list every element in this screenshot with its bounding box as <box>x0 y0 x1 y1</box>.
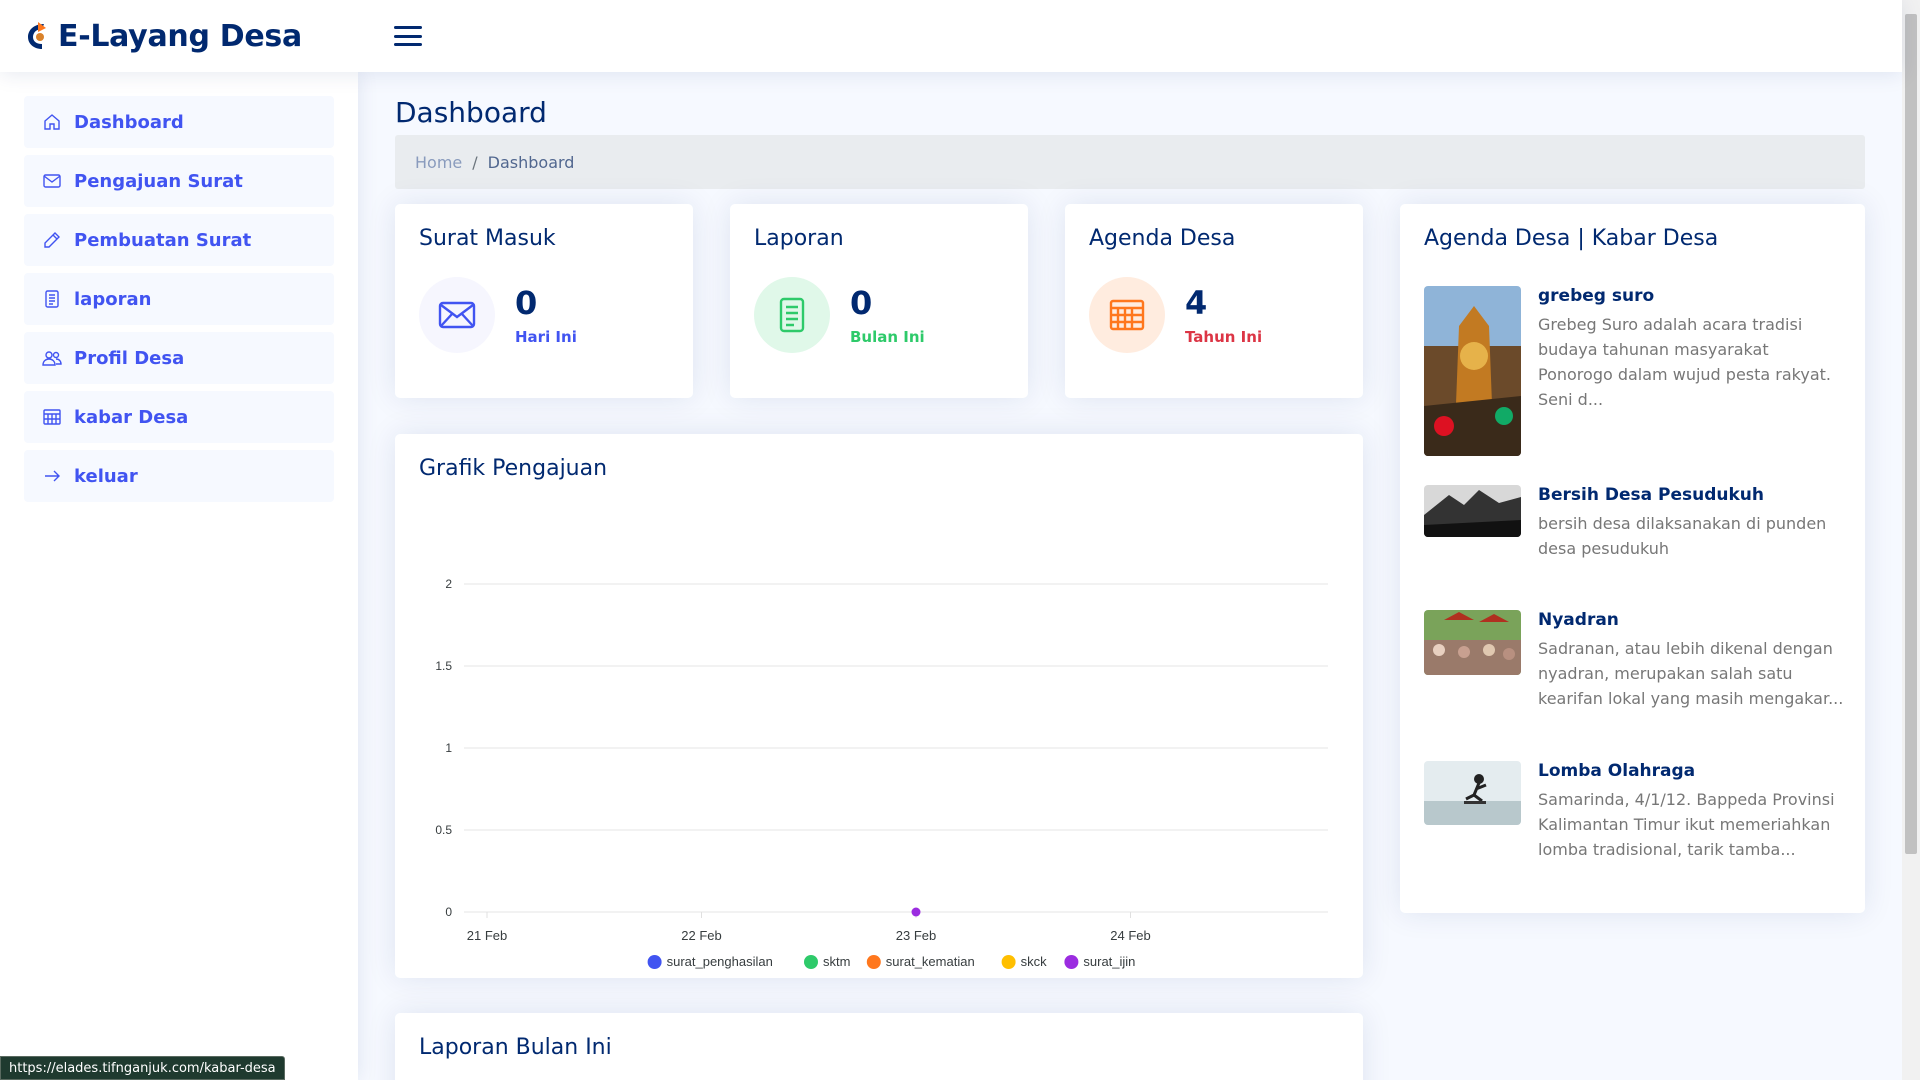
news-description: bersih desa dilaksanakan di punden desa … <box>1538 514 1827 558</box>
sidebar-item-pengajuan-surat[interactable]: Pengajuan Surat <box>24 155 334 207</box>
news-title[interactable]: grebeg suro <box>1538 286 1844 306</box>
x-tick-label: 23 Feb <box>896 928 936 943</box>
y-tick-label: 2 <box>445 577 452 591</box>
news-description: Sadranan, atau lebih dikenal dengan nyad… <box>1538 639 1844 708</box>
sidebar-item-label: Profil Desa <box>74 347 185 369</box>
legend-marker <box>866 955 881 969</box>
breadcrumb-current: Dashboard <box>487 152 575 172</box>
laporan-card: Laporan 0 Bulan Ini <box>730 204 1028 398</box>
x-tick-label: 24 Feb <box>1110 928 1150 943</box>
chart-title: Grafik Pengajuan <box>419 456 608 481</box>
line-chart[interactable]: 2 1.5 1 0.5 0 21 Feb 22 Feb 23 Feb 24 Feb surat_p… <box>395 514 1363 974</box>
laporan-count: 0 <box>850 284 873 322</box>
surat-masuk-count: 0 <box>515 284 538 322</box>
vertical-scrollbar[interactable] <box>1902 0 1920 1080</box>
breadcrumb-home[interactable]: Home <box>415 153 462 172</box>
file-text-icon <box>45 290 59 308</box>
data-point <box>911 907 921 917</box>
sidebar-item-profil-desa[interactable]: Profil Desa <box>24 332 334 384</box>
calendar-table-icon <box>43 409 61 425</box>
document-icon <box>754 277 830 353</box>
sidebar-item-label: laporan <box>74 288 152 310</box>
sidebar-item-label: Pembuatan Surat <box>74 229 252 251</box>
legend-label: surat_ijin <box>1083 954 1135 969</box>
y-tick-label: 1 <box>445 741 452 755</box>
legend-label: surat_penghasilan <box>667 954 773 969</box>
logo[interactable]: E-Layang Desa <box>24 19 354 54</box>
news-section-title: Agenda Desa | Kabar Desa <box>1424 226 1719 251</box>
card-title: Surat Masuk <box>419 226 556 251</box>
sidebar-item-label: Pengajuan Surat <box>74 170 243 192</box>
sidebar-item-kabar-desa[interactable]: kabar Desa <box>24 391 334 443</box>
y-tick-label: 0 <box>445 905 452 919</box>
envelope-icon <box>419 277 495 353</box>
sidebar-item-laporan[interactable]: laporan <box>24 273 334 325</box>
news-image[interactable] <box>1424 286 1521 456</box>
main-content: Dashboard Home / Dashboard Surat Masuk 0… <box>395 72 1865 1080</box>
page-title: Dashboard <box>395 96 547 129</box>
news-description: Samarinda, 4/1/12. Bappeda Provinsi Kali… <box>1538 790 1835 859</box>
house-icon <box>44 114 60 130</box>
news-image[interactable] <box>1424 761 1521 825</box>
sidebar-item-label: Dashboard <box>74 111 184 133</box>
laporan-section-title: Laporan Bulan Ini <box>419 1035 612 1060</box>
agenda-desa-card: Agenda Desa 4 Tahun Ini <box>1065 204 1363 398</box>
pencil-icon <box>44 232 60 248</box>
y-tick-label: 1.5 <box>435 659 452 673</box>
news-image[interactable] <box>1424 610 1521 675</box>
kabar-desa-card: Agenda Desa | Kabar Desa grebeg suro Gre… <box>1400 204 1865 913</box>
people-icon <box>42 351 62 366</box>
envelope-icon <box>43 174 61 188</box>
legend-label: skck <box>1021 954 1048 969</box>
x-tick-label: 21 Feb <box>467 928 507 943</box>
breadcrumb-separator: / <box>472 152 478 172</box>
sidebar-item-keluar[interactable]: keluar <box>24 450 334 502</box>
news-item[interactable]: Nyadran Sadranan, atau lebih dikenal den… <box>1424 610 1844 711</box>
legend-marker <box>647 955 662 969</box>
legend-marker <box>804 955 818 969</box>
sidebar: Dashboard Pengajuan Surat Pembuatan Sura… <box>0 72 358 1080</box>
status-bar-url: https://elades.tifnganjuk.com/kabar-desa <box>0 1056 285 1080</box>
top-header: E-Layang Desa <box>0 0 1902 72</box>
news-item[interactable]: grebeg suro Grebeg Suro adalah acara tra… <box>1424 286 1844 456</box>
y-tick-label: 0.5 <box>435 823 452 837</box>
surat-masuk-period: Hari Ini <box>515 328 577 346</box>
news-image[interactable] <box>1424 485 1521 537</box>
news-item[interactable]: Lomba Olahraga Samarinda, 4/1/12. Bapped… <box>1424 761 1844 862</box>
breadcrumb: Home / Dashboard <box>395 135 1865 189</box>
legend-marker <box>1064 955 1079 969</box>
grafik-pengajuan-card: Grafik Pengajuan 2 1.5 1 0.5 0 21 Feb 22 Feb 23… <box>395 434 1363 978</box>
scrollbar-thumb[interactable] <box>1905 14 1917 854</box>
sidebar-item-label: keluar <box>74 465 138 487</box>
agenda-count: 4 <box>1185 284 1208 322</box>
news-item[interactable]: Bersih Desa Pesudukuh bersih desa dilaks… <box>1424 485 1844 561</box>
card-title: Laporan <box>754 226 844 251</box>
logo-icon <box>28 22 46 49</box>
legend-label: surat_kematian <box>886 954 975 969</box>
app-title: E-Layang Desa <box>58 18 302 54</box>
legend-marker <box>1001 955 1016 969</box>
sidebar-item-dashboard[interactable]: Dashboard <box>24 96 334 148</box>
calendar-table-icon <box>1089 277 1165 353</box>
sidebar-item-label: kabar Desa <box>74 406 189 428</box>
agenda-period: Tahun Ini <box>1185 328 1263 346</box>
surat-masuk-card: Surat Masuk 0 Hari Ini <box>395 204 693 398</box>
news-title[interactable]: Bersih Desa Pesudukuh <box>1538 485 1844 505</box>
laporan-period: Bulan Ini <box>850 328 925 346</box>
x-tick-label: 22 Feb <box>681 928 721 943</box>
news-title[interactable]: Nyadran <box>1538 610 1844 630</box>
news-description: Grebeg Suro adalah acara tradisi budaya … <box>1538 315 1831 409</box>
news-title[interactable]: Lomba Olahraga <box>1538 761 1844 781</box>
sidebar-toggle-icon[interactable] <box>394 24 422 48</box>
sidebar-item-pembuatan-surat[interactable]: Pembuatan Surat <box>24 214 334 266</box>
card-title: Agenda Desa <box>1089 226 1236 251</box>
arrow-right-icon <box>45 470 60 482</box>
laporan-bulan-ini-card: Laporan Bulan Ini <box>395 1013 1363 1080</box>
legend-label: sktm <box>823 954 850 969</box>
